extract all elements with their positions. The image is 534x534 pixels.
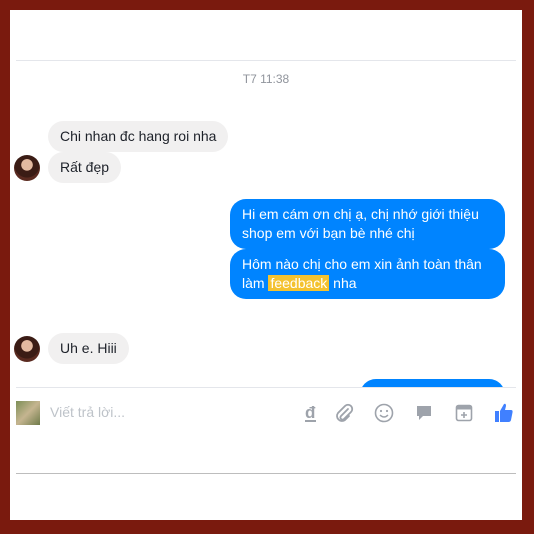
message-timestamp: T7 11:38 <box>242 72 290 86</box>
message-text: làm <box>242 275 269 291</box>
message-line: Hôm nào chị cho em xin ảnh toàn thân <box>242 256 482 272</box>
svg-text:đ: đ <box>305 403 316 422</box>
message-text: nha <box>329 275 357 291</box>
bottom-divider <box>16 473 516 474</box>
emoji-icon[interactable] <box>373 402 395 424</box>
attach-icon[interactable] <box>333 402 355 424</box>
chat-window: T7 11:38 Chi nhan đc hang roi nha Rất đẹ… <box>10 10 522 520</box>
outgoing-message-bubble[interactable]: Hi em cám ơn chị ạ, chị nhớ giới thiệu s… <box>230 199 505 249</box>
reply-input[interactable]: Viết trả lời... <box>50 404 125 420</box>
message-line: Hi em cám ơn chị ạ, chị nhớ giới thiệu <box>242 206 479 222</box>
user-avatar <box>16 401 40 425</box>
highlighted-text: feedback <box>268 275 330 291</box>
incoming-message-bubble[interactable]: Uh e. Hiii <box>48 333 129 364</box>
incoming-message-bubble[interactable]: Chi nhan đc hang roi nha <box>48 121 229 152</box>
message-line: shop em với bạn bè nhé chị <box>242 225 415 241</box>
like-icon[interactable] <box>493 402 515 424</box>
incoming-message-bubble[interactable]: Rất đẹp <box>48 152 122 183</box>
outgoing-message-bubble[interactable]: Hôm nào chị cho em xin ảnh toàn thân làm… <box>230 249 505 299</box>
currency-icon[interactable]: đ <box>301 402 323 424</box>
contact-avatar[interactable] <box>14 155 40 181</box>
message-line: làm feedback nha <box>242 274 493 293</box>
top-divider <box>16 60 516 61</box>
gif-icon[interactable] <box>453 402 475 424</box>
contact-avatar[interactable] <box>14 336 40 362</box>
sticker-icon[interactable] <box>413 402 435 424</box>
